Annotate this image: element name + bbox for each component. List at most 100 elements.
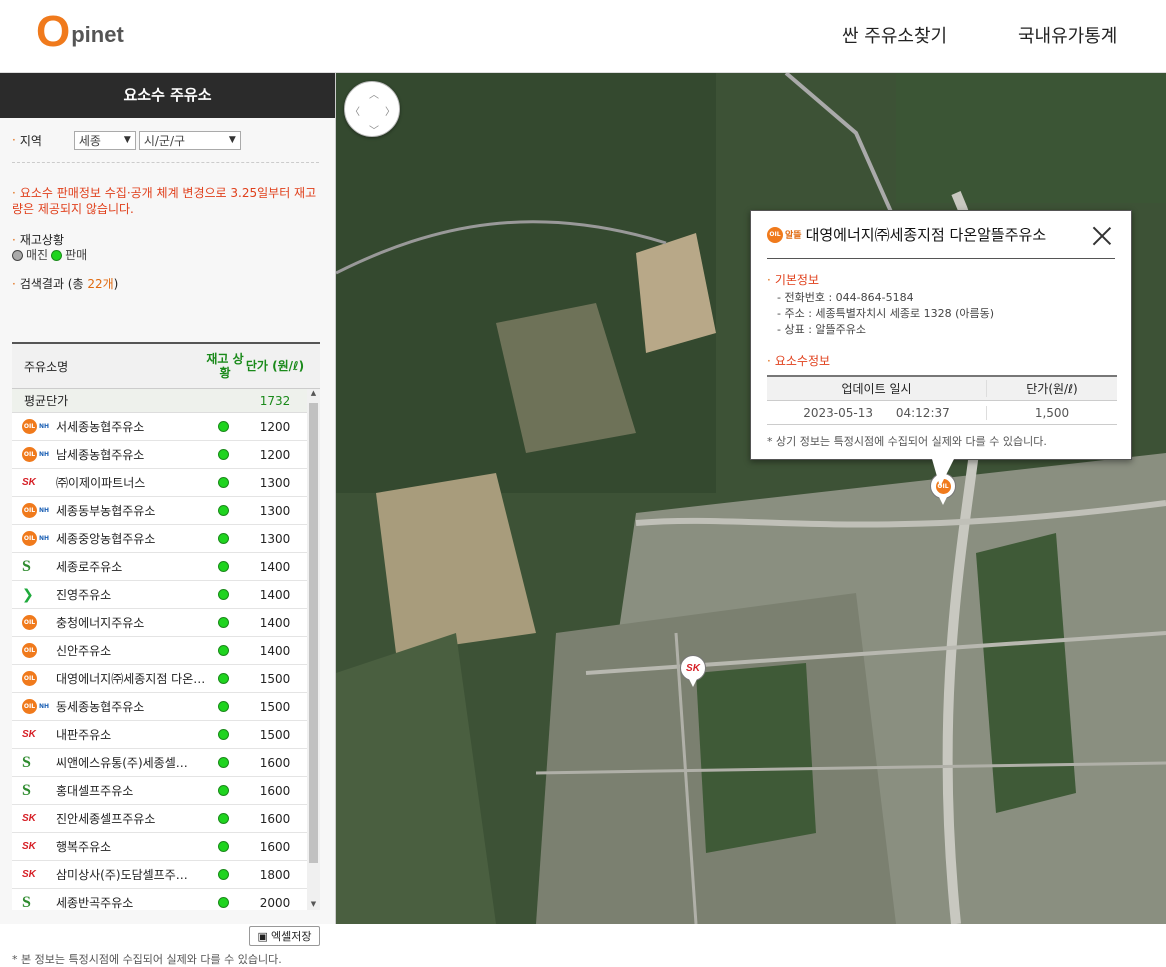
- table-row[interactable]: SK 내판주유소 1500: [12, 721, 320, 749]
- result-prefix: 검색결과 (총: [19, 277, 88, 291]
- table-row[interactable]: SK 행복주유소 1600: [12, 833, 320, 861]
- station-name: 홍대셀프주유소: [56, 784, 134, 798]
- price-cell: 1400: [259, 643, 291, 658]
- stock-cell: [206, 645, 244, 656]
- s-oil-logo-icon: S: [22, 557, 31, 575]
- station-name-cell: OIL 신안주유소: [12, 642, 206, 659]
- station-name-cell: S 씨앤에스유통(주)세종셀…: [12, 754, 206, 772]
- sale-dot-icon: [218, 561, 229, 572]
- station-name: 남세종농협주유소: [56, 448, 145, 462]
- station-name: 세종반곡주유소: [56, 896, 134, 910]
- table-row[interactable]: OIL NH 세종동부농협주유소 1300: [12, 497, 320, 525]
- table-row[interactable]: S 세종반곡주유소 2000: [12, 889, 320, 911]
- oil-logo-icon: OIL: [767, 226, 783, 243]
- map-pan-control[interactable]: ︿ ﹀ 〈 〉: [344, 81, 400, 137]
- sale-dot-icon: [218, 785, 229, 796]
- price-cell: 1400: [259, 615, 291, 630]
- table-row[interactable]: OIL 충청에너지주유소 1400: [12, 609, 320, 637]
- table-row[interactable]: S 홍대셀프주유소 1600: [12, 777, 320, 805]
- pan-left-icon[interactable]: 〈: [350, 103, 360, 118]
- bullet-icon: ·: [767, 273, 771, 287]
- sale-dot-icon: [218, 701, 229, 712]
- table-row[interactable]: S 세종로주유소 1400: [12, 553, 320, 581]
- scroll-down-icon[interactable]: ▼: [307, 900, 320, 910]
- station-name: 서세종농협주유소: [56, 420, 145, 434]
- stock-cell: [206, 729, 244, 740]
- scroll-up-icon[interactable]: ▲: [307, 389, 320, 401]
- station-name-cell: ❯ 진영주유소: [12, 586, 206, 603]
- col-name: 주유소명: [24, 359, 69, 374]
- update-datetime: 2023-05-13 04:12:37: [767, 405, 987, 420]
- avg-label: 평균단가: [24, 394, 69, 408]
- station-name: 삼미상사(주)도담셀프주…: [56, 868, 188, 882]
- station-name: 충청에너지주유소: [56, 616, 145, 630]
- sk-logo-icon: SK: [22, 729, 36, 740]
- bullet-icon: ·: [12, 233, 16, 247]
- urea-info-title: · 요소수정보: [767, 352, 1115, 369]
- nh-logo-icon: OIL NH: [22, 447, 50, 462]
- sk-logo-icon: SK: [686, 662, 700, 674]
- station-marker-sk[interactable]: SK: [680, 655, 706, 689]
- col-price: 단가 (원/ℓ): [245, 359, 305, 373]
- sidebar: 요소수 주유소 · 지역 세종 ▼ 시/군/구 ▼ · 요소수 판매정보 수집·공…: [0, 73, 336, 966]
- table-row[interactable]: ❯ 진영주유소 1400: [12, 581, 320, 609]
- scroll-thumb[interactable]: [309, 403, 318, 863]
- s-oil-logo-icon: S: [22, 781, 31, 799]
- pan-up-icon[interactable]: ︿: [369, 86, 379, 101]
- sidebar-title: 요소수 주유소: [0, 73, 335, 118]
- avg-price: 1732: [259, 393, 291, 408]
- price-cell: 1300: [259, 503, 291, 518]
- satellite-map[interactable]: ︿ ﹀ 〈 〉 OIL SK OIL 알뜰 대영에너지㈜세종지점 다온알뜰주유소…: [336, 73, 1166, 924]
- table-row[interactable]: SK ㈜이제이파트너스 1300: [12, 469, 320, 497]
- sale-dot-icon: [218, 477, 229, 488]
- stock-cell: [206, 813, 244, 824]
- table-row[interactable]: OIL NH 남세종농협주유소 1200: [12, 441, 320, 469]
- table-row[interactable]: S 씨앤에스유통(주)세종셀… 1600: [12, 749, 320, 777]
- stock-legend: · 재고상황 매진 판매: [12, 233, 323, 263]
- stock-cell: [206, 841, 244, 852]
- nav-cheap-station[interactable]: 싼 주유소찾기: [842, 22, 947, 48]
- sale-dot-icon: [218, 617, 229, 628]
- table-scrollbar[interactable]: ▲ ▼: [307, 389, 320, 910]
- stock-cell: [206, 897, 244, 908]
- s-oil-logo-icon: S: [22, 893, 31, 911]
- table-body: OIL NH 서세종농협주유소 1200 OIL NH 남세종농협주유소 1200 SK ㈜이제이…: [12, 413, 320, 910]
- site-header: O pinet 싼 주유소찾기 국내유가통계: [0, 0, 1166, 73]
- price-cell: 1400: [259, 587, 291, 602]
- district-select[interactable]: 시/군/구 ▼: [138, 130, 241, 150]
- opinet-logo[interactable]: O pinet: [36, 10, 124, 54]
- table-row[interactable]: OIL 신안주유소 1400: [12, 637, 320, 665]
- table-row[interactable]: OIL NH 세종중앙농협주유소 1300: [12, 525, 320, 553]
- sale-dot-icon: [218, 869, 229, 880]
- result-number: 22개: [87, 277, 114, 291]
- popup-tail: [932, 459, 954, 487]
- urea-table: 업데이트 일시 단가(원/ℓ) 2023-05-13 04:12:37 1,50…: [767, 375, 1117, 425]
- pan-right-icon[interactable]: 〉: [385, 103, 395, 118]
- price-cell: 1600: [259, 811, 291, 826]
- table-row[interactable]: OIL NH 서세종농협주유소 1200: [12, 413, 320, 441]
- urea-table-row: 2023-05-13 04:12:37 1,500: [767, 401, 1117, 425]
- table-row[interactable]: SK 진안세종셀프주유소 1600: [12, 805, 320, 833]
- nav-oil-statistics[interactable]: 국내유가통계: [1018, 22, 1117, 48]
- price-cell: 1500: [259, 727, 291, 742]
- close-icon[interactable]: [1091, 225, 1113, 247]
- price-cell: 1300: [259, 475, 291, 490]
- table-row[interactable]: SK 삼미상사(주)도담셀프주… 1800: [12, 861, 320, 889]
- result-suffix: ): [113, 277, 119, 291]
- update-date: 2023-05-13: [803, 405, 873, 420]
- map-imagery: [336, 73, 1166, 924]
- bullet-icon: ·: [767, 354, 771, 368]
- price-cell: 2000: [259, 895, 291, 910]
- station-name: 신안주유소: [56, 644, 112, 658]
- region-select[interactable]: 세종 ▼: [73, 130, 136, 150]
- nh-logo-icon: OIL NH: [22, 531, 50, 546]
- table-row[interactable]: OIL 대영에너지㈜세종지점 다온… 1500: [12, 665, 320, 693]
- stock-cell: [206, 701, 244, 712]
- stock-cell: [206, 561, 244, 572]
- pan-down-icon[interactable]: ﹀: [369, 122, 379, 137]
- sk-logo-icon: SK: [22, 869, 36, 880]
- table-row[interactable]: OIL NH 동세종농협주유소 1500: [12, 693, 320, 721]
- station-name: 내판주유소: [56, 728, 112, 742]
- excel-save-button[interactable]: ▣ 엑셀저장: [249, 926, 320, 946]
- station-name-cell: OIL 대영에너지㈜세종지점 다온…: [12, 670, 206, 687]
